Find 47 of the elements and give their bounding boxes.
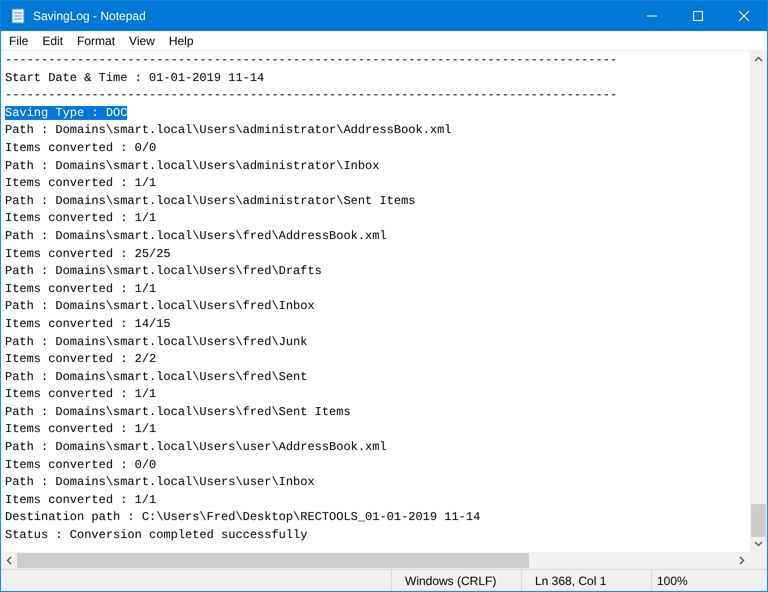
text-line: Items converted : 14/15 <box>5 316 171 331</box>
text-line: Start Date & Time : 01-01-2019 11-14 <box>5 70 264 85</box>
text-line: Items converted : 1/1 <box>5 492 156 507</box>
menu-item[interactable]: View <box>122 32 162 50</box>
text-line: Items converted : 0/0 <box>5 140 156 155</box>
menu-item[interactable]: Edit <box>35 32 70 50</box>
text-line: Items converted : 0/0 <box>5 458 156 472</box>
text-line: Items converted : 1/1 <box>5 422 156 436</box>
scroll-up-icon <box>754 56 763 62</box>
notepad-icon <box>10 8 26 24</box>
maximize-icon <box>693 11 703 21</box>
menu-item[interactable]: Help <box>162 32 201 50</box>
text-line: ------------------------------------------------------------------------------------- <box>5 88 618 102</box>
scroll-left-icon <box>6 556 12 565</box>
text-line: Path : Domains\smart.local\Users\user\AddressBook.xml <box>5 440 387 454</box>
menu-item[interactable]: File <box>2 32 36 50</box>
text-line: Status : Conversion completed successfully <box>5 528 308 542</box>
text-line: Items converted : 1/1 <box>5 211 156 226</box>
vertical-scrollbar[interactable] <box>750 51 767 552</box>
text-line: ------------------------------------------------------------------------------------- <box>5 53 618 67</box>
text-line: Destination path : C:\Users\Fred\Desktop\RECTOOLS_01-01-2019 11-14 <box>5 510 480 524</box>
text-line: Path : Domains\smart.local\Users\fred\AddressBook.xml <box>5 228 387 243</box>
text-line: Path : Domains\smart.local\Users\fred\Junk <box>5 334 308 348</box>
text-line: Path : Domains\smart.local\Users\user\Inbox <box>5 475 315 490</box>
text-line: Path : Domains\smart.local\Users\fred\Drafts <box>5 264 322 278</box>
text-line: Path : Domains\smart.local\Users\administrator\AddressBook.xml <box>5 123 452 138</box>
close-icon <box>739 11 749 21</box>
text-line: Items converted : 2/2 <box>5 352 156 366</box>
text-line: Items converted : 25/25 <box>5 246 171 261</box>
text-line: Items converted : 1/1 <box>5 387 156 402</box>
line-ending-label: Windows (CRLF) <box>391 570 521 591</box>
zoom-label: 100% <box>651 570 767 591</box>
text-line: Path : Domains\smart.local\Users\fred\Sent Items <box>5 404 351 419</box>
scroll-thumb[interactable] <box>17 553 529 568</box>
text-line: Path : Domains\smart.local\Users\fred\Inbox <box>5 299 315 314</box>
text-line: Path : Domains\smart.local\Users\administrator\Sent Items <box>5 194 416 208</box>
horizontal-scrollbar[interactable] <box>1 552 750 569</box>
text-line: Path : Domains\smart.local\Users\administrator\Inbox <box>5 158 380 173</box>
scroll-right-icon <box>739 556 745 565</box>
cursor-position-label: Ln 368, Col 1 <box>521 570 651 591</box>
scroll-thumb[interactable] <box>751 504 766 537</box>
text-line: Items converted : 1/1 <box>5 176 156 190</box>
window-title: SavingLog - Notepad <box>33 8 146 25</box>
menu-item[interactable]: Format <box>70 32 122 50</box>
scroll-down-icon <box>754 541 763 547</box>
text-line: Items converted : 1/1 <box>5 282 156 296</box>
text-line: Path : Domains\smart.local\Users\fred\Sent <box>5 370 308 384</box>
